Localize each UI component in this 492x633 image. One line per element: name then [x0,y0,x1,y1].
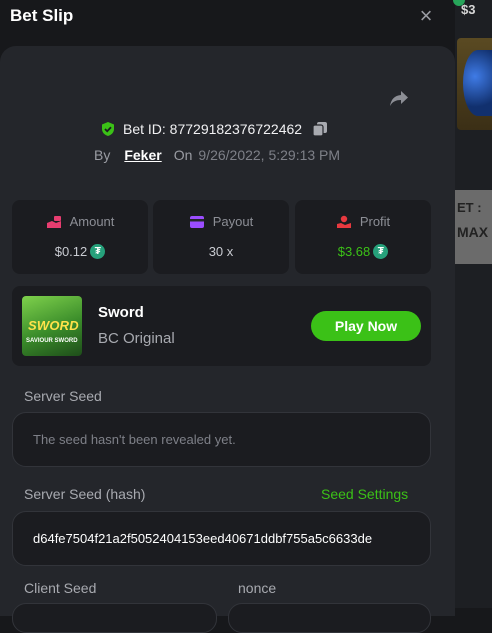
on-label: On [173,147,193,163]
nonce-label: nonce [238,580,277,596]
server-seed-hash-value: d64fe7504f21a2f5052404153eed40671ddbf755… [33,531,373,546]
server-seed-hash-label: Server Seed (hash) [24,486,146,502]
payout-label: Payout [212,214,254,229]
gem-icon [463,50,492,116]
profit-label: Profit [359,214,391,229]
shield-check-icon [102,122,114,136]
bet-id-text: Bet ID: 87729182376722462 [123,121,303,137]
thumbnail-title: SWORD [28,318,79,333]
payout-stat: Payout 30 x [153,200,289,274]
play-now-button[interactable]: Play Now [311,311,421,341]
user-link[interactable]: Feker [124,147,161,163]
server-seed-field[interactable]: The seed hasn't been revealed yet. [12,412,431,467]
bet-id-row: Bet ID: 87729182376722462 [100,120,328,138]
copy-icon[interactable] [312,121,328,137]
bet-date: 9/26/2022, 5:29:13 PM [198,147,341,163]
background-game-area: $3 ET : MAX [453,0,492,608]
amount-value: $0.12 [54,244,88,259]
background-banner-text: ET : [457,200,482,215]
share-icon[interactable] [386,86,412,110]
bet-author-row: By Feker On 9/26/2022, 5:29:13 PM [94,146,340,164]
tether-coin-icon: ₮ [90,244,106,259]
game-thumbnail[interactable]: SWORD SAVIOUR SWORD [22,296,82,356]
profit-hand-icon [336,215,351,228]
by-label: By [94,147,111,163]
game-name: Sword [98,304,144,321]
server-seed-hash-field[interactable]: d64fe7504f21a2f5052404153eed40671ddbf755… [12,511,431,566]
dialog-title: Bet Slip [10,6,74,25]
close-icon[interactable]: × [415,5,437,27]
client-seed-label: Client Seed [24,580,97,596]
tether-coin-icon: ₮ [373,244,389,259]
money-hand-icon [46,215,61,228]
amount-stat: Amount $0.12 ₮ [12,200,148,274]
server-seed-placeholder: The seed hasn't been revealed yet. [33,432,236,447]
amount-label: Amount [69,214,115,229]
game-provider: BC Original [98,330,175,347]
profit-stat: Profit $3.68 ₮ [295,200,431,274]
seed-settings-link[interactable]: Seed Settings [321,486,408,502]
bet-slip-header: Bet Slip × [0,0,455,34]
game-card: SWORD SAVIOUR SWORD Sword BC Original Pl… [12,286,431,366]
server-seed-label: Server Seed [24,388,102,404]
background-banner-text-max: MAX [457,224,489,240]
payout-value: 30 x [208,244,234,259]
thumbnail-subtitle: SAVIOUR SWORD [26,338,78,344]
card-icon [189,215,204,228]
profit-value: $3.68 [337,244,371,259]
